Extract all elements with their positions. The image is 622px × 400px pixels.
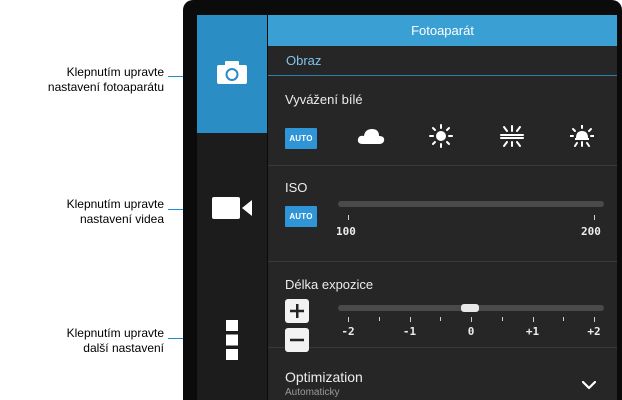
more-settings-button[interactable]	[197, 287, 267, 397]
exposure-tick	[440, 317, 442, 321]
exposure-tick	[594, 317, 595, 322]
white-balance-label: Vyvážení bílé	[285, 92, 363, 107]
cloudy-icon	[357, 127, 385, 150]
panel-title: Fotoaparát	[268, 15, 617, 46]
iso-max-label: 200	[581, 225, 601, 238]
exposure-label: Délka expozice	[285, 277, 374, 292]
exposure-tick	[563, 317, 565, 321]
iso-auto-button[interactable]: AUTO	[285, 206, 317, 227]
callout-camera-line1: Klepnutím upravte	[66, 65, 164, 79]
mode-rail	[197, 15, 267, 400]
exposure-tick	[471, 317, 472, 322]
camera-icon	[217, 60, 247, 89]
daylight-icon	[429, 123, 453, 153]
callout-video-line1: Klepnutím upravte	[66, 197, 164, 211]
callout-video-line2: nastavení videa	[79, 212, 164, 226]
chevron-down-icon[interactable]	[581, 377, 597, 395]
white-balance-section: Vyvážení bílé AUTO	[268, 76, 617, 166]
video-settings-button[interactable]	[197, 135, 267, 285]
callout-more-line1: Klepnutím upravte	[66, 326, 164, 340]
exposure-tick	[409, 317, 411, 322]
exposure-tick-label: +1	[525, 325, 540, 338]
white-balance-daylight-button[interactable]	[426, 123, 456, 153]
exposure-slider-thumb[interactable]	[461, 304, 479, 312]
optimization-value: Automaticky	[285, 387, 340, 398]
callout-camera-line2: nastavení fotoaparátu	[47, 80, 164, 94]
iso-section: ISO AUTO 100 200	[268, 166, 617, 262]
callout-more-line2: další nastavení	[83, 341, 164, 355]
fluorescent-icon	[500, 124, 524, 152]
exposure-section: Délka expozice -2 -1 0 +1 +2	[268, 262, 617, 352]
white-balance-cloudy-button[interactable]	[356, 126, 386, 150]
section-header-image: Obraz	[268, 46, 617, 76]
exposure-tick-label: +2	[587, 325, 601, 338]
incandescent-icon	[569, 123, 595, 152]
exposure-tick-label: -1	[402, 325, 417, 338]
exposure-tick	[532, 317, 534, 322]
settings-panel: Fotoaparát Obraz Vyvážení bílé AUTO ISO …	[268, 15, 617, 400]
white-balance-fluorescent-button[interactable]	[497, 124, 527, 152]
exposure-tick	[378, 317, 380, 321]
plus-icon	[290, 304, 304, 318]
callout-camera-settings: Klepnutím upravte nastavení fotoaparátu	[10, 65, 164, 95]
iso-label: ISO	[285, 180, 308, 195]
video-camera-icon	[212, 196, 252, 224]
exposure-increase-button[interactable]	[285, 299, 309, 323]
minus-icon	[290, 338, 304, 342]
iso-slider[interactable]	[338, 201, 604, 207]
white-balance-incandescent-button[interactable]	[567, 123, 597, 152]
exposure-tick-label: -2	[341, 325, 355, 338]
exposure-tick	[348, 317, 349, 322]
exposure-decrease-button[interactable]	[285, 328, 309, 352]
camera-settings-button[interactable]	[197, 15, 267, 133]
exposure-tick-label: 0	[467, 325, 475, 338]
white-balance-auto-button[interactable]: AUTO	[285, 128, 317, 149]
callout-more-settings: Klepnutím upravte další nastavení	[10, 326, 164, 356]
exposure-tick	[501, 317, 503, 321]
iso-tick-max	[594, 215, 595, 220]
iso-tick-min	[348, 215, 349, 220]
optimization-label[interactable]: Optimization	[285, 369, 363, 385]
more-settings-icon	[226, 319, 238, 365]
iso-min-label: 100	[336, 225, 356, 238]
callout-video-settings: Klepnutím upravte nastavení videa	[10, 197, 164, 227]
